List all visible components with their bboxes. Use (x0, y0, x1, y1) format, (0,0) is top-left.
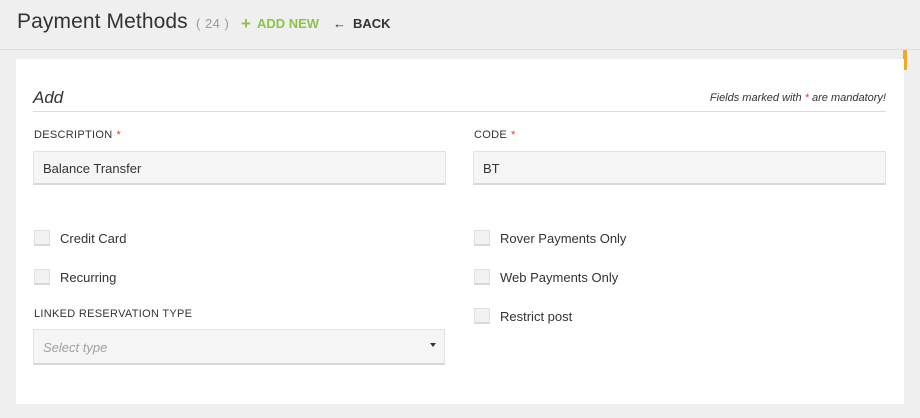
back-label: BACK (353, 16, 391, 31)
checkbox-box[interactable] (34, 269, 50, 285)
required-star: * (116, 129, 122, 141)
required-star: * (510, 129, 516, 141)
checkbox-label: Web Payments Only (500, 269, 619, 285)
arrow-left-icon: ← (333, 16, 346, 31)
description-label: DESCRIPTION * (34, 129, 121, 141)
item-count: ( 24 ) (196, 16, 230, 31)
restrict-post-checkbox[interactable]: Restrict post (474, 308, 572, 324)
checkbox-label: Recurring (60, 269, 117, 285)
form-title: Add (33, 88, 64, 107)
mandatory-note-suffix: are mandatory! (808, 92, 886, 104)
plus-icon: + (241, 14, 251, 33)
page-header: Payment Methods ( 24 ) + ADD NEW ← BACK (0, 0, 920, 50)
checkbox-box[interactable] (474, 269, 490, 285)
mandatory-note: Fields marked with * are mandatory! (710, 92, 886, 104)
checkbox-box[interactable] (34, 230, 50, 246)
rover-payments-only-checkbox[interactable]: Rover Payments Only (474, 230, 626, 246)
code-label: CODE * (474, 129, 516, 141)
checkbox-box[interactable] (474, 230, 490, 246)
checkbox-box[interactable] (474, 308, 490, 324)
select-placeholder: Select type (43, 340, 108, 355)
recurring-checkbox[interactable]: Recurring (34, 269, 116, 285)
checkbox-label: Rover Payments Only (500, 230, 627, 246)
web-payments-only-checkbox[interactable]: Web Payments Only (474, 269, 618, 285)
back-button[interactable]: ← BACK (333, 16, 391, 31)
credit-card-checkbox[interactable]: Credit Card (34, 230, 126, 246)
description-label-text: DESCRIPTION (34, 129, 113, 141)
linked-reservation-type-label: LINKED RESERVATION TYPE (34, 308, 193, 320)
linked-reservation-type-select[interactable]: Select type (33, 329, 445, 365)
code-field[interactable]: BT (473, 151, 886, 185)
description-field[interactable]: Balance Transfer (33, 151, 446, 185)
form-header: Add Fields marked with * are mandatory! (33, 87, 886, 112)
mandatory-note-prefix: Fields marked with (709, 92, 805, 104)
add-form-panel: Add Fields marked with * are mandatory! … (16, 59, 904, 404)
caret-down-icon (430, 343, 436, 347)
page-title: Payment Methods (17, 10, 188, 33)
add-new-label: ADD NEW (256, 16, 320, 31)
code-label-text: CODE (474, 129, 507, 141)
add-new-button[interactable]: + ADD NEW (241, 14, 320, 33)
checkbox-label: Restrict post (500, 308, 573, 324)
checkbox-label: Credit Card (60, 230, 127, 246)
